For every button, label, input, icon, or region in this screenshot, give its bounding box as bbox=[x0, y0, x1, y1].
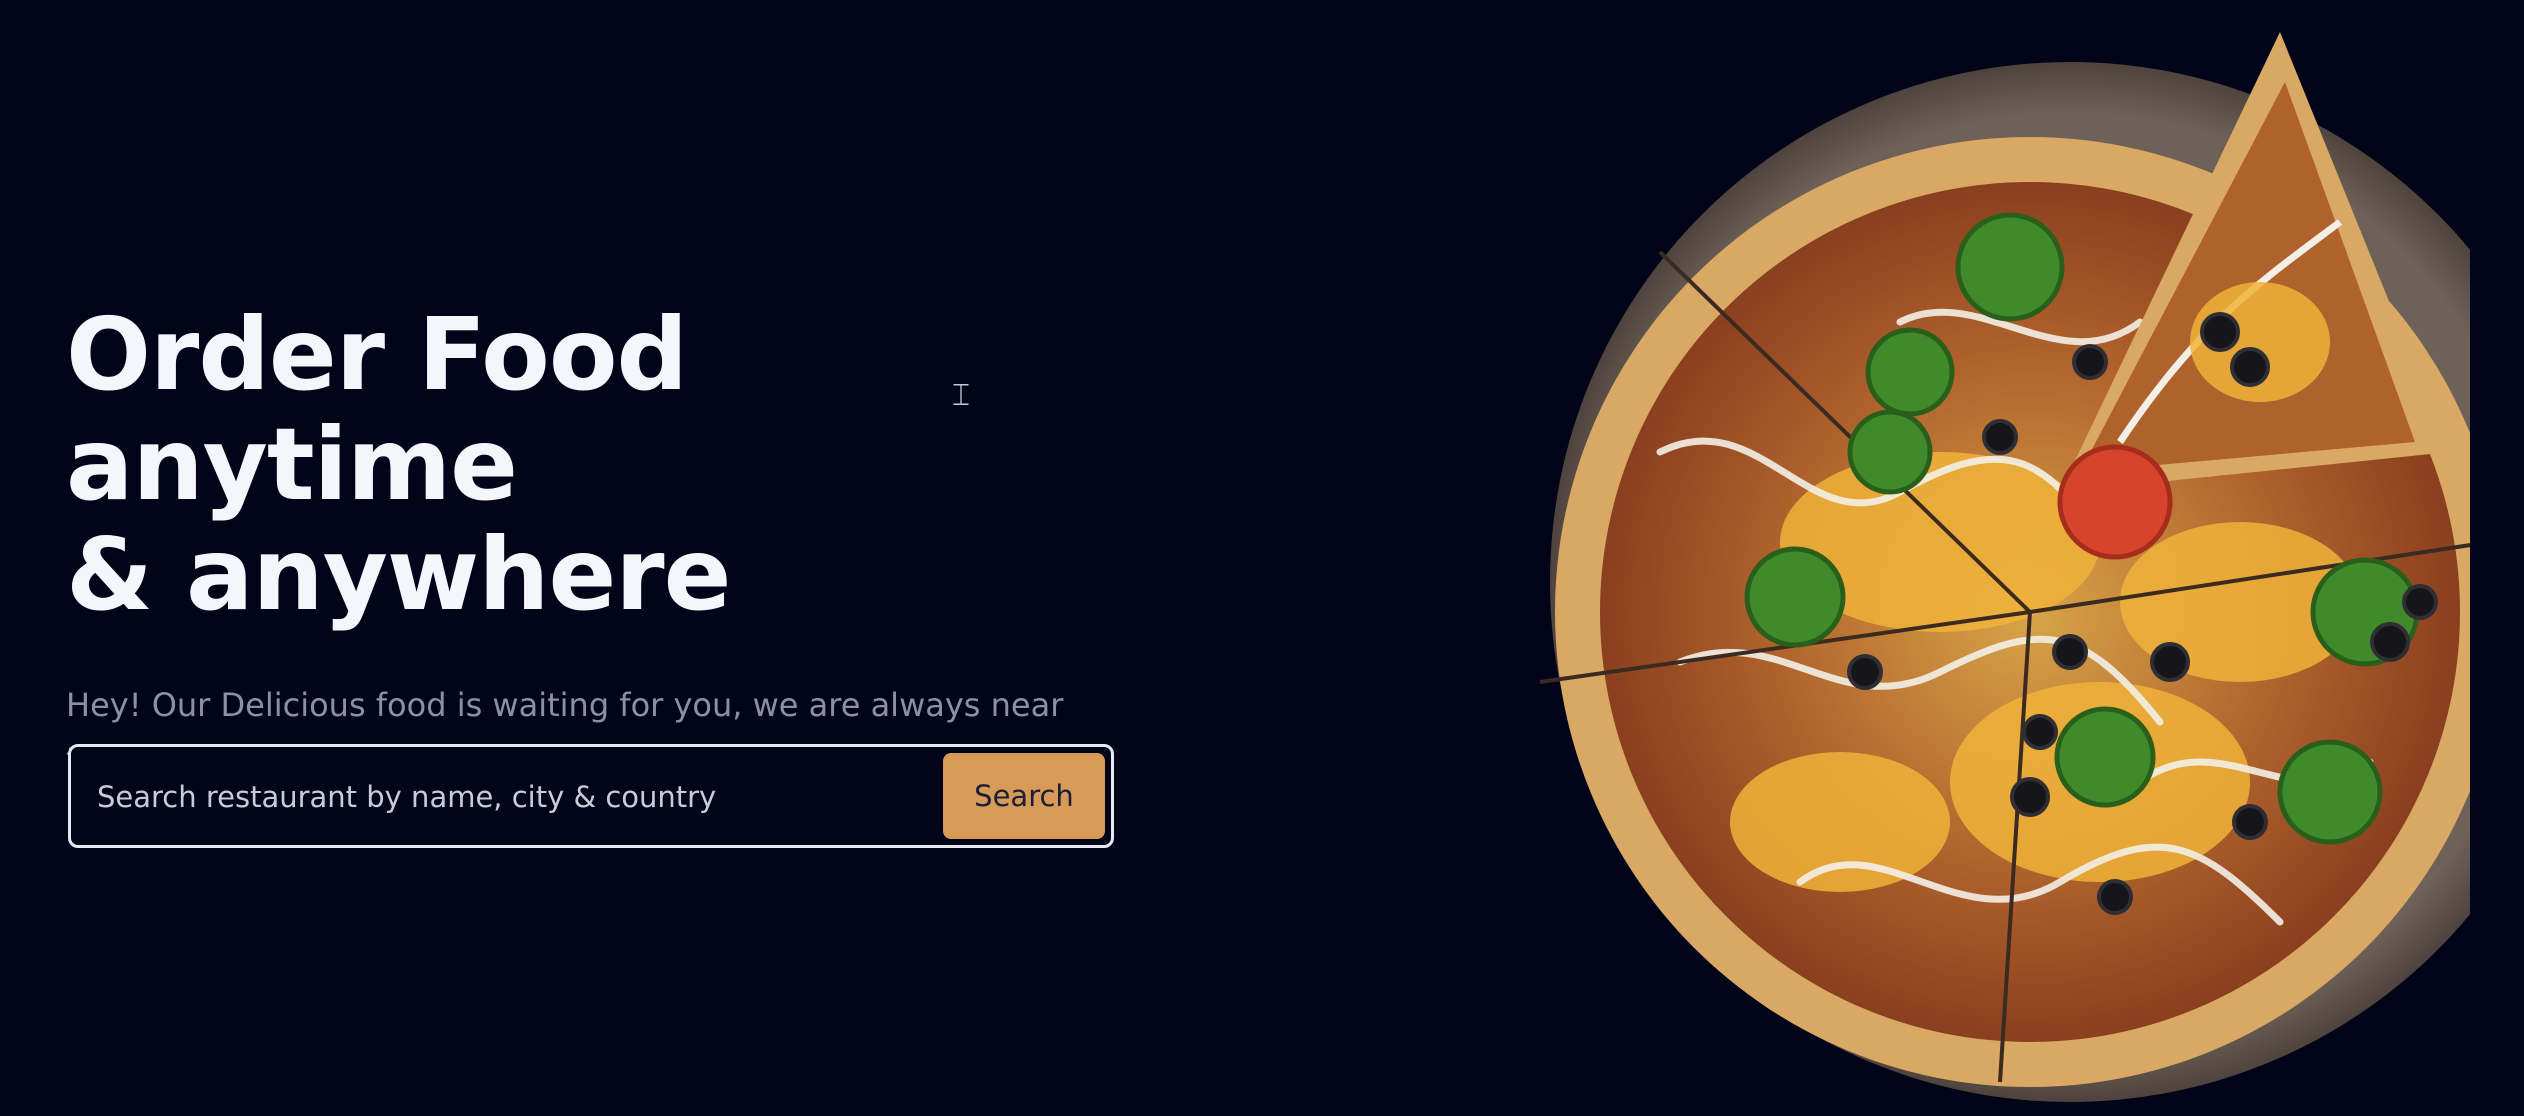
title-line-1: Order Food anytime bbox=[66, 296, 688, 523]
hero-text: Order Food anytime & anywhere Hey! Our D… bbox=[66, 300, 1146, 786]
title-line-2: & anywhere bbox=[66, 516, 731, 633]
pizza-illustration bbox=[1539, 32, 2524, 1102]
text-cursor-icon: ⌶ bbox=[952, 378, 970, 413]
search-input[interactable] bbox=[95, 747, 979, 847]
pizza-image bbox=[1380, 22, 2524, 1112]
search-button[interactable]: Search bbox=[943, 753, 1105, 839]
page-title: Order Food anytime & anywhere bbox=[66, 300, 1146, 630]
search-box: Search bbox=[68, 744, 1114, 848]
